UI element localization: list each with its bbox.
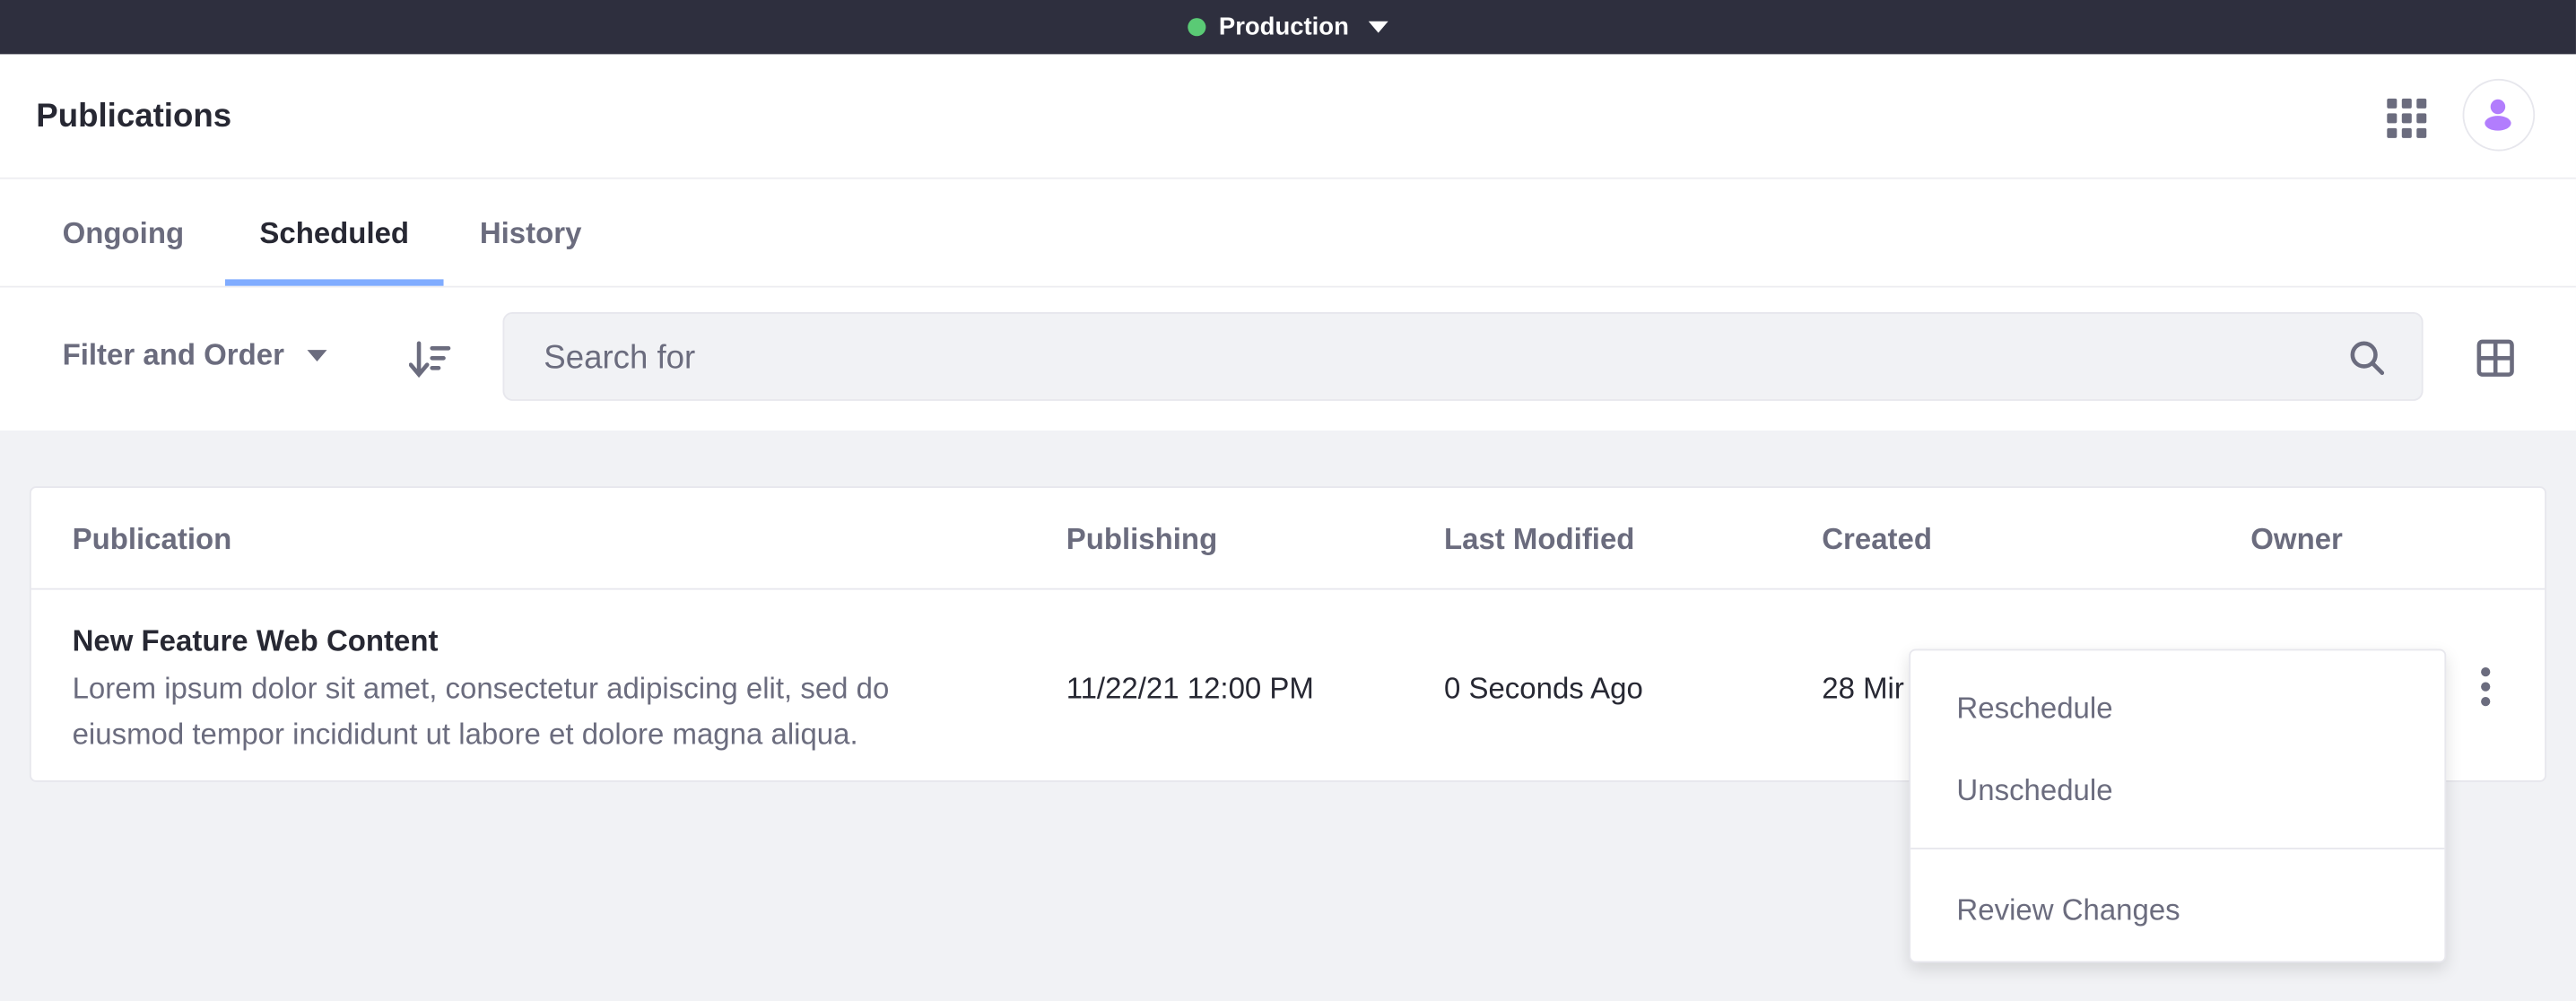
caret-down-icon xyxy=(307,350,327,361)
environment-label: Production xyxy=(1218,13,1349,41)
column-header-owner[interactable]: Owner xyxy=(2250,522,2343,556)
sort-icon[interactable] xyxy=(409,340,452,379)
last-modified: 0 Seconds Ago xyxy=(1443,672,1643,705)
column-header-publication[interactable]: Publication xyxy=(73,522,232,556)
kebab-menu-icon[interactable] xyxy=(2474,666,2497,709)
created: 28 Mir xyxy=(1822,672,1904,705)
environment-bar: Production xyxy=(0,0,2576,55)
filter-and-order-dropdown[interactable]: Filter and Order xyxy=(63,338,327,372)
page-title: Publications xyxy=(36,98,232,135)
user-icon xyxy=(2485,99,2511,131)
app: Production Publications Ongoing Schedule… xyxy=(0,0,2576,1001)
tab-ongoing[interactable]: Ongoing xyxy=(26,179,220,286)
card-view-icon[interactable] xyxy=(2476,338,2515,378)
caret-down-icon xyxy=(1368,21,1388,33)
avatar[interactable] xyxy=(2462,78,2536,152)
divider xyxy=(30,588,2546,590)
page-header: Publications xyxy=(0,54,2576,179)
publication-description: Lorem ipsum dolor sit amet, consectetur … xyxy=(72,672,890,752)
management-toolbar: Filter and Order xyxy=(0,287,2576,431)
menu-item-reschedule[interactable]: Reschedule xyxy=(1956,692,2112,726)
publishing-date: 11/22/21 12:00 PM xyxy=(1066,672,1314,705)
search-field xyxy=(502,312,2424,403)
tab-bar: Ongoing Scheduled History xyxy=(0,178,2576,288)
environment-selector[interactable]: Production xyxy=(0,0,2576,54)
menu-item-unschedule[interactable]: Unschedule xyxy=(1956,774,2112,808)
search-input[interactable] xyxy=(540,313,2322,403)
column-header-last-modified[interactable]: Last Modified xyxy=(1444,522,1634,556)
status-dot-icon xyxy=(1188,18,1206,37)
menu-item-review-changes[interactable]: Review Changes xyxy=(1956,893,2180,927)
column-header-publishing[interactable]: Publishing xyxy=(1066,522,1218,556)
publication-title[interactable]: New Feature Web Content xyxy=(73,624,439,658)
apps-grid-icon[interactable] xyxy=(2387,98,2427,138)
tab-scheduled[interactable]: Scheduled xyxy=(224,179,444,286)
search-icon[interactable] xyxy=(2347,338,2387,378)
filter-label: Filter and Order xyxy=(62,338,284,371)
menu-divider xyxy=(1910,848,2445,849)
column-header-created[interactable]: Created xyxy=(1822,522,1932,556)
tab-history[interactable]: History xyxy=(444,179,618,286)
actions-dropdown-menu: Reschedule Unschedule Review Changes xyxy=(1909,648,2447,963)
